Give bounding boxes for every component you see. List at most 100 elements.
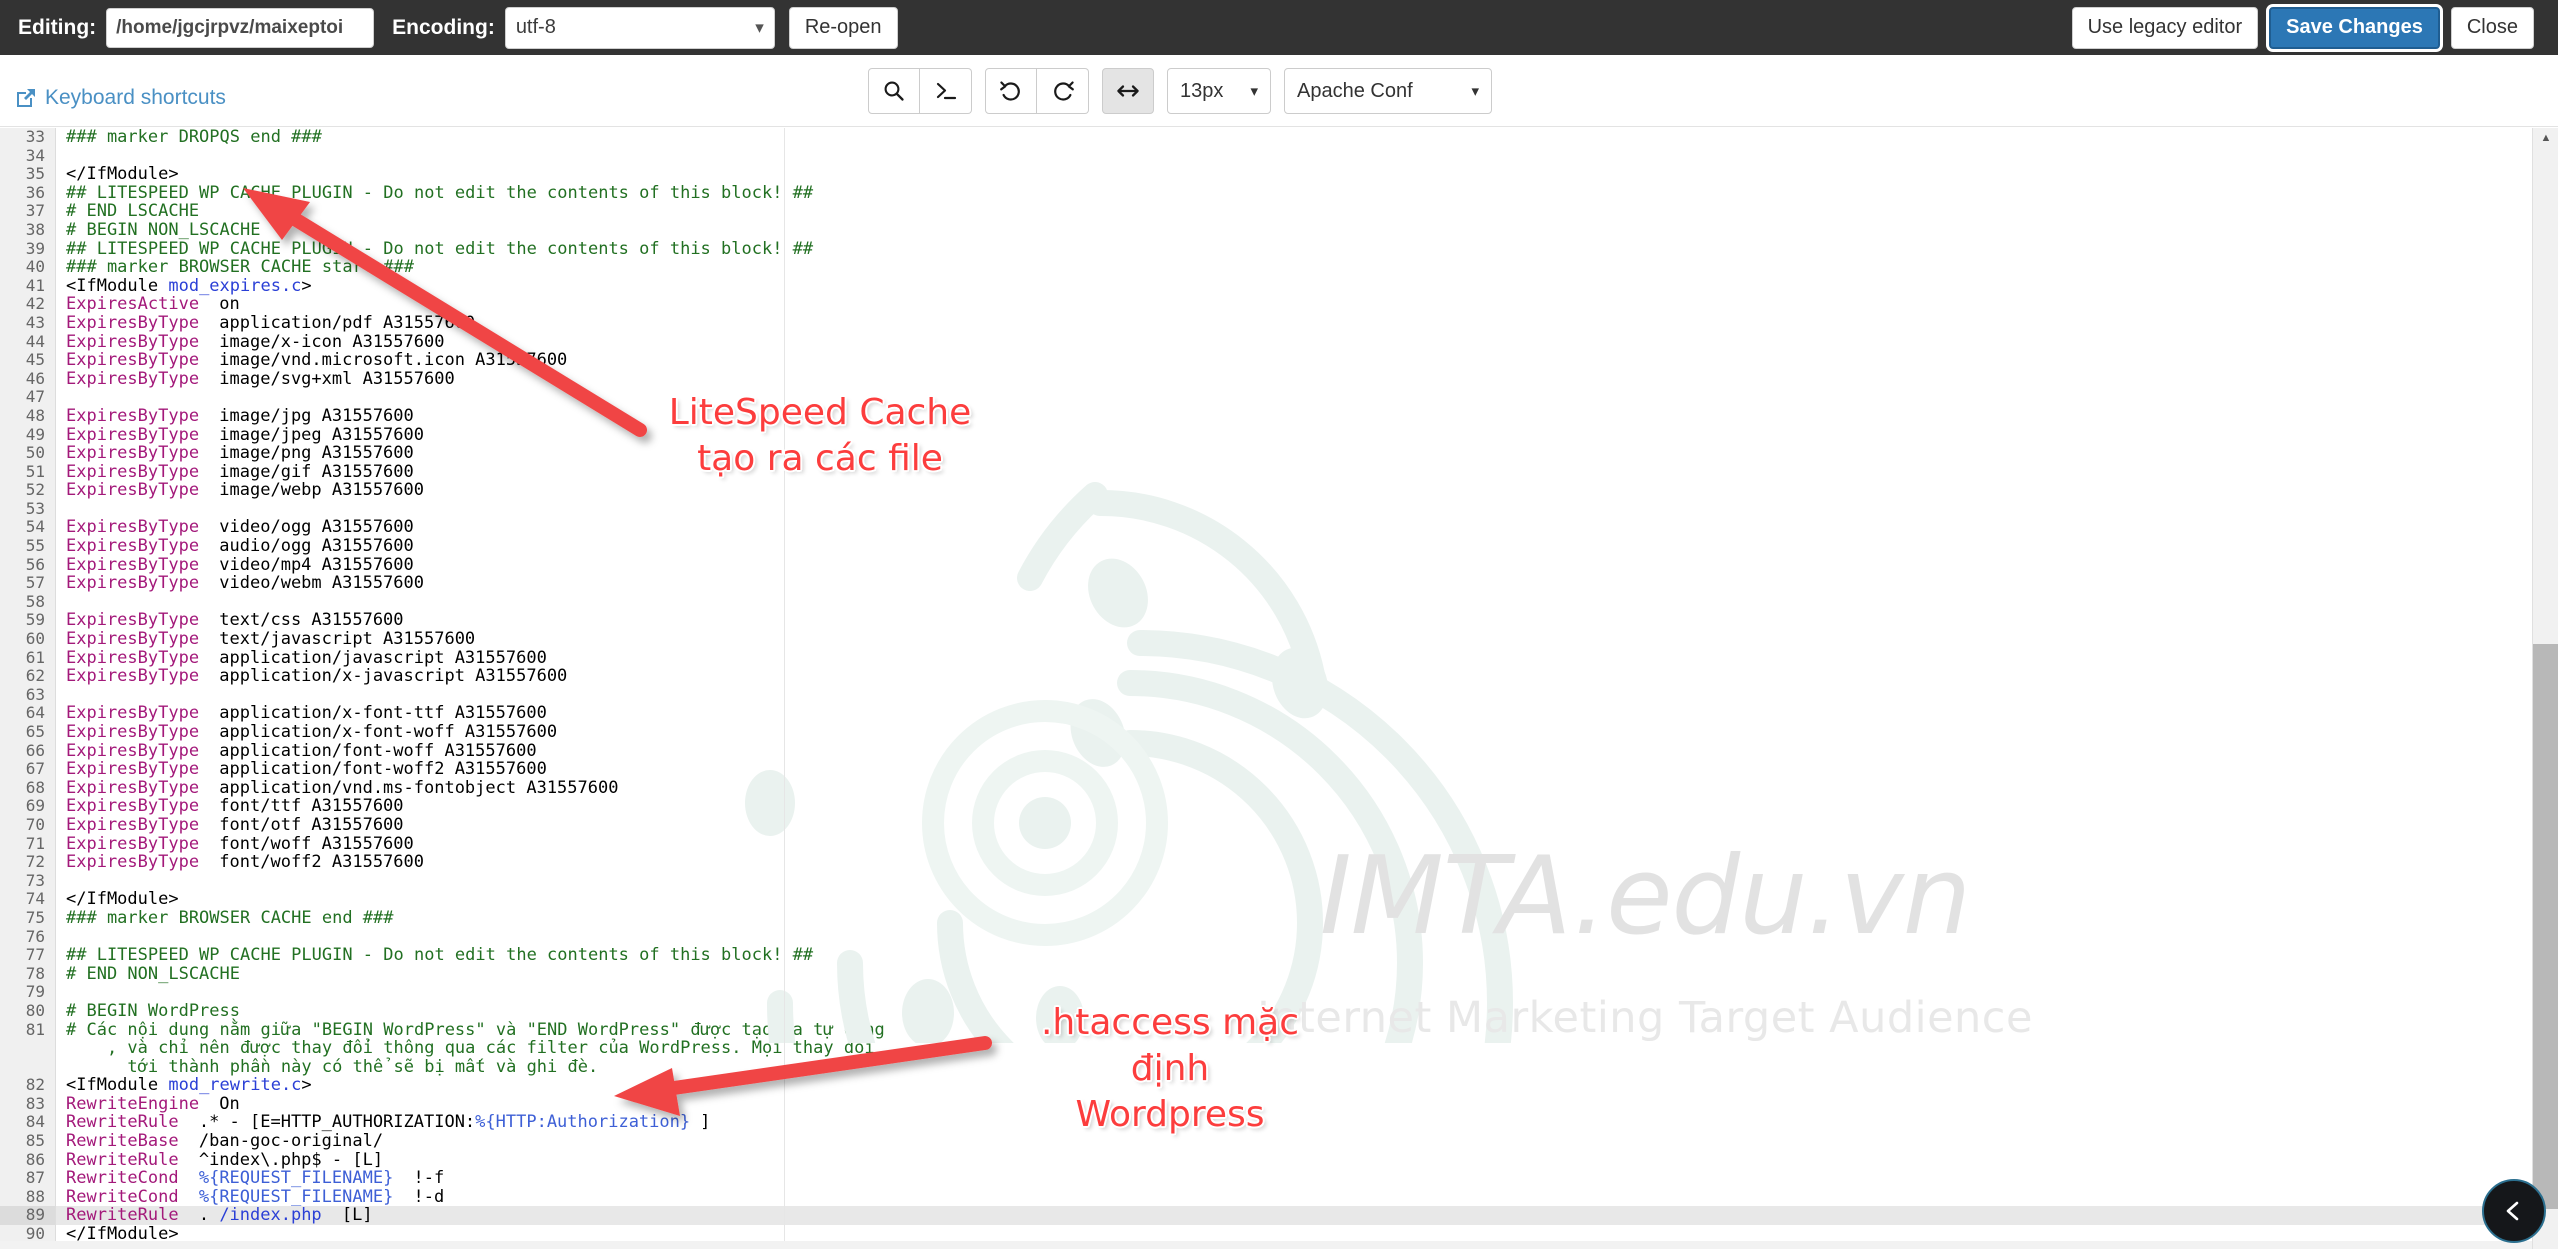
code-line[interactable]: 33 ### marker DROPQS end ###	[0, 128, 2490, 147]
save-changes-button[interactable]: Save Changes	[2269, 6, 2440, 49]
code-line[interactable]: 69 ExpiresByType font/ttf A31557600	[0, 797, 2490, 816]
code-line[interactable]: 86 RewriteRule ^index\.php$ - [L]	[0, 1150, 2490, 1170]
code-line[interactable]: 51 ExpiresByType image/gif A31557600	[0, 461, 2490, 482]
code-line[interactable]: 76	[0, 927, 2490, 947]
history-group	[985, 68, 1089, 114]
line-number: 54	[0, 518, 56, 538]
code-line[interactable]: 48 ExpiresByType image/jpg A31557600	[0, 406, 2490, 426]
code-line[interactable]: 82 <IfModule mod_rewrite.c>	[0, 1076, 2490, 1095]
code-line[interactable]: 61 ExpiresByType application/javascript A…	[0, 647, 2490, 668]
code-line[interactable]: 49 ExpiresByType image/jpeg A31557600	[0, 425, 2490, 445]
code-line[interactable]: 35 </IfModule>	[0, 165, 2490, 184]
undo-button[interactable]	[985, 68, 1037, 114]
code-line[interactable]: 87 RewriteCond %{REQUEST_FILENAME} !-f	[0, 1169, 2490, 1188]
line-text: RewriteRule .* - [E=HTTP_AUTHORIZATION:%…	[56, 1113, 710, 1132]
code-line[interactable]: 54 ExpiresByType video/ogg A31557600	[0, 518, 2490, 538]
code-line[interactable]: 62 ExpiresByType application/x-javascript…	[0, 667, 2490, 686]
search-button[interactable]	[868, 68, 920, 114]
line-number: 64	[0, 704, 56, 723]
code-token: application/javascript A31557600	[209, 647, 547, 668]
code-line[interactable]: 67 ExpiresByType application/font-woff2 A…	[0, 760, 2490, 779]
code-line[interactable]: , và chỉ nên được thay đổi thông qua các…	[0, 1039, 2490, 1058]
code-line[interactable]: 46 ExpiresByType image/svg+xml A31557600	[0, 369, 2490, 389]
code-line[interactable]: 63	[0, 685, 2490, 705]
code-line[interactable]: 41 <IfModule mod_expires.c>	[0, 276, 2490, 296]
code-line[interactable]: 85 RewriteBase /ban-goc-original/	[0, 1131, 2490, 1151]
code-line[interactable]: 44 ExpiresByType image/x-icon A31557600	[0, 332, 2490, 352]
code-line[interactable]: 80 # BEGIN WordPress	[0, 1001, 2490, 1021]
code-line[interactable]: 89 RewriteRule . /index.php [L]	[0, 1205, 2490, 1226]
code-token: [L]	[331, 1205, 373, 1226]
file-path-input[interactable]: /home/jgcjrpvz/maixeptoi	[106, 7, 375, 48]
redo-button[interactable]	[1037, 68, 1089, 114]
code-line[interactable]: 72 ExpiresByType font/woff2 A31557600	[0, 853, 2490, 872]
scroll-up-arrow-icon[interactable]: ▲	[2533, 130, 2558, 146]
code-line[interactable]: 77 ## LITESPEED WP CACHE PLUGIN - Do not …	[0, 946, 2490, 965]
word-wrap-button[interactable]	[1102, 68, 1154, 114]
code-line[interactable]: 79	[0, 983, 2490, 1002]
code-line[interactable]: 36 ## LITESPEED WP CACHE PLUGIN - Do not …	[0, 183, 2490, 203]
code-line[interactable]: 40 ### marker BROWSER CACHE start ###	[0, 258, 2490, 277]
code-token: application/x-font-woff A31557600	[209, 722, 558, 742]
line-number: 40	[0, 258, 56, 277]
code-line[interactable]: 59 ExpiresByType text/css A31557600	[0, 611, 2490, 631]
code-content[interactable]: 33 ### marker DROPQS end ### 34 35 </IfModu…	[0, 128, 2490, 1249]
code-line[interactable]: 39 ## LITESPEED WP CACHE PLUGIN - Do not …	[0, 239, 2490, 259]
code-line[interactable]: 38 # BEGIN NON_LSCACHE	[0, 220, 2490, 240]
code-line[interactable]: 70 ExpiresByType font/otf A31557600	[0, 814, 2490, 835]
code-line[interactable]: 58	[0, 592, 2490, 612]
reopen-button[interactable]: Re-open	[788, 6, 898, 49]
code-line[interactable]: 34	[0, 146, 2490, 166]
code-line[interactable]: 88 RewriteCond %{REQUEST_FILENAME} !-d	[0, 1187, 2490, 1207]
scrollbar-thumb[interactable]	[2533, 644, 2558, 1209]
code-line[interactable]: tới thành phần này có thể sẽ bị mất và g…	[0, 1057, 2490, 1077]
code-token: On	[209, 1093, 240, 1114]
code-line[interactable]: 52 ExpiresByType image/webp A31557600	[0, 481, 2490, 500]
line-text: ExpiresByType audio/ogg A31557600	[56, 537, 414, 556]
code-line[interactable]: 83 RewriteEngine On	[0, 1093, 2490, 1114]
code-line[interactable]: 45 ExpiresByType image/vnd.microsoft.icon…	[0, 351, 2490, 370]
code-line[interactable]: 50 ExpiresByType image/png A31557600	[0, 443, 2490, 464]
code-line[interactable]: 71 ExpiresByType font/woff A31557600	[0, 834, 2490, 854]
line-text: , và chỉ nên được thay đổi thông qua các…	[56, 1039, 875, 1058]
code-line[interactable]: 75 ### marker BROWSER CACHE end ###	[0, 908, 2490, 928]
close-button[interactable]: Close	[2450, 6, 2534, 49]
code-line[interactable]: 84 RewriteRule .* - [E=HTTP_AUTHORIZATION…	[0, 1113, 2490, 1133]
code-line[interactable]: 68 ExpiresByType application/vnd.ms-fonto…	[0, 778, 2490, 798]
code-token: font/otf A31557600	[209, 814, 404, 835]
code-line[interactable]: 43 ExpiresByType application/pdf A3155760…	[0, 313, 2490, 333]
vertical-scrollbar[interactable]: ▲	[2532, 128, 2558, 1249]
code-line[interactable]: 66 ExpiresByType application/font-woff A3…	[0, 741, 2490, 761]
code-line[interactable]: 64 ExpiresByType application/x-font-ttf A…	[0, 704, 2490, 723]
line-text: # BEGIN WordPress	[56, 1002, 240, 1021]
font-size-select[interactable]: 13px ▾	[1167, 68, 1271, 114]
encoding-select[interactable]: utf-8 ▾	[504, 6, 775, 49]
keyboard-shortcuts-link[interactable]: Keyboard shortcuts	[15, 86, 226, 110]
code-line[interactable]: 65 ExpiresByType application/x-font-woff …	[0, 722, 2490, 742]
code-line[interactable]: 47	[0, 388, 2490, 407]
code-line[interactable]: 81 # Các nội dung nằm giữa "BEGIN WordPre…	[0, 1020, 2490, 1040]
line-text: ExpiresByType application/pdf A31557600	[56, 314, 475, 333]
chat-widget-button[interactable]	[2482, 1179, 2546, 1243]
code-token: image/gif A31557600	[209, 461, 414, 482]
code-line[interactable]: 53	[0, 499, 2490, 519]
code-token: ExpiresByType	[66, 759, 200, 780]
code-line[interactable]: 73	[0, 871, 2490, 891]
code-line[interactable]: 78 # END NON_LSCACHE	[0, 964, 2490, 984]
code-line[interactable]: 42 ExpiresActive on	[0, 295, 2490, 314]
line-text	[56, 388, 76, 407]
code-line[interactable]: 37 # END LSCACHE	[0, 202, 2490, 221]
use-legacy-editor-button[interactable]: Use legacy editor	[2071, 6, 2259, 49]
line-number: 75	[0, 908, 56, 928]
code-line[interactable]: 60 ExpiresByType text/javascript A3155760…	[0, 629, 2490, 649]
code-editor[interactable]: IMTA.edu.vn Internet Marketing Target Au…	[0, 128, 2558, 1249]
language-mode-select[interactable]: Apache Conf ▾	[1284, 68, 1492, 114]
code-token: RewriteEngine	[66, 1093, 200, 1114]
code-token: ExpiresByType	[66, 443, 200, 464]
code-line[interactable]: 56 ExpiresByType video/mp4 A31557600	[0, 555, 2490, 575]
code-line[interactable]: 55 ExpiresByType audio/ogg A31557600	[0, 536, 2490, 556]
code-token: image/png A31557600	[209, 443, 414, 464]
code-line[interactable]: 57 ExpiresByType video/webm A31557600	[0, 574, 2490, 593]
code-line[interactable]: 74 </IfModule>	[0, 890, 2490, 909]
console-button[interactable]	[920, 68, 972, 114]
